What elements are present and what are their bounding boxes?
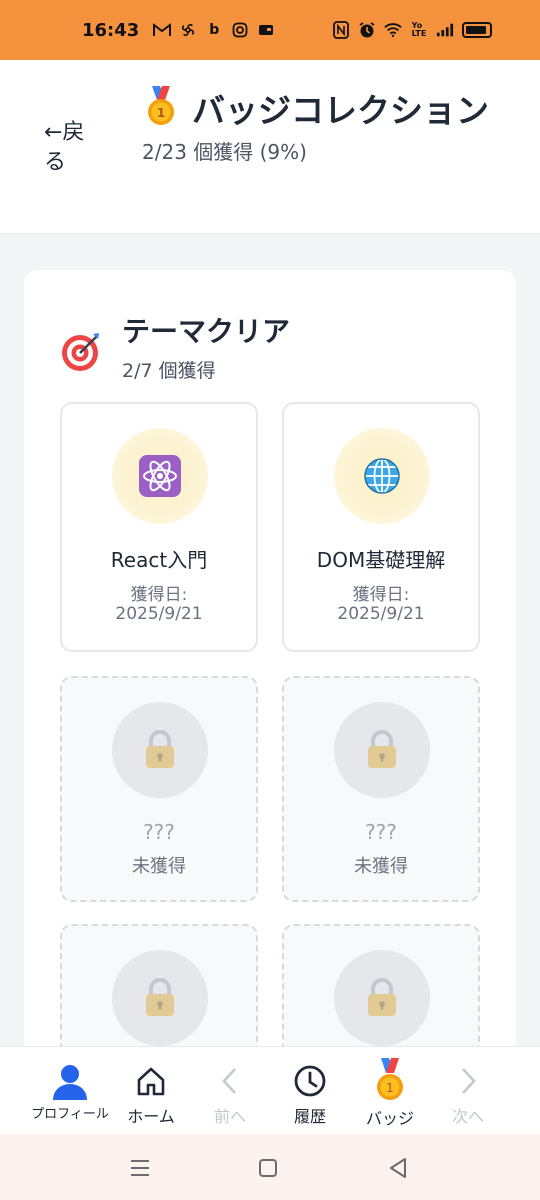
nav-history[interactable]: 履歴 bbox=[270, 1061, 350, 1127]
badge-status: 未獲得 bbox=[132, 856, 186, 877]
back-system-button[interactable] bbox=[384, 1154, 412, 1182]
badge-name: DOM基礎理解 bbox=[316, 548, 446, 572]
nav-prev[interactable]: 前へ bbox=[190, 1061, 270, 1127]
badge-date: 2025/9/21 bbox=[337, 604, 425, 624]
title-block: 1 バッジコレクション 2/23 個獲得 (9%) bbox=[142, 86, 512, 165]
category-progress: 2/7 個獲得 bbox=[122, 360, 216, 382]
lock-icon bbox=[146, 978, 174, 1016]
card-icon bbox=[257, 21, 275, 39]
badge-date: 2025/9/21 bbox=[115, 604, 203, 624]
progress-summary: 2/23 個獲得 (9%) bbox=[142, 140, 307, 164]
lock-icon bbox=[146, 730, 174, 768]
badge-card[interactable]: DOM基礎理解 獲得日: 2025/9/21 bbox=[282, 402, 480, 652]
chevron-right-icon bbox=[428, 1061, 508, 1101]
notification-icons: b bbox=[153, 21, 275, 39]
gmail-icon bbox=[153, 21, 172, 39]
instagram-icon bbox=[231, 21, 249, 39]
nav-label: バッジ bbox=[365, 1109, 414, 1128]
system-navigation-bar bbox=[0, 1134, 540, 1200]
locked-badge-card[interactable]: ??? 未獲得 bbox=[60, 676, 258, 902]
page-header: ←戻る 1 バッジコレクション 2/23 個獲得 (9%) bbox=[0, 60, 540, 234]
locked-badge-card[interactable]: ??? 未獲得 bbox=[282, 676, 480, 902]
system-status-icons: Yo LTE bbox=[332, 21, 492, 39]
status-time: 16:43 bbox=[82, 19, 140, 41]
triangle-back-icon bbox=[390, 1158, 406, 1178]
b-icon: b bbox=[209, 22, 220, 38]
medal-icon: 1 bbox=[350, 1057, 430, 1103]
badge-icon-circle bbox=[112, 428, 208, 524]
back-button[interactable]: ←戻る bbox=[44, 118, 106, 178]
badge-icon-circle bbox=[334, 950, 430, 1046]
bottom-navigation: プロフィール ホーム 前へ 履歴 1 バッジ 次へ bbox=[0, 1046, 540, 1134]
badge-date-label: 獲得日: bbox=[352, 585, 410, 605]
lock-icon bbox=[368, 730, 396, 768]
profile-icon bbox=[30, 1061, 110, 1101]
alarm-icon bbox=[358, 21, 376, 39]
nav-profile[interactable]: プロフィール bbox=[30, 1061, 110, 1122]
nav-label: ホーム bbox=[127, 1107, 175, 1126]
badge-name: ??? bbox=[143, 820, 175, 844]
badge-name: ??? bbox=[365, 820, 397, 844]
badge-icon-circle bbox=[112, 950, 208, 1046]
nav-label: プロフィール bbox=[31, 1107, 109, 1122]
svg-text:1: 1 bbox=[386, 1081, 394, 1095]
volte-icon: Yo LTE bbox=[411, 21, 427, 38]
atom-icon bbox=[139, 455, 181, 497]
pinwheel-icon bbox=[179, 21, 197, 39]
nav-label: 前へ bbox=[213, 1107, 246, 1126]
badge-status: 未獲得 bbox=[354, 856, 408, 877]
battery-icon bbox=[462, 22, 492, 38]
nfc-icon bbox=[332, 21, 350, 39]
medal-icon: 1 bbox=[142, 86, 180, 126]
nav-badges[interactable]: 1 バッジ bbox=[350, 1058, 430, 1129]
svg-text:1: 1 bbox=[157, 106, 165, 120]
nav-next[interactable]: 次へ bbox=[428, 1061, 508, 1127]
badge-card[interactable]: React入門 獲得日: 2025/9/21 bbox=[60, 402, 258, 652]
home-icon bbox=[111, 1061, 191, 1101]
badge-date-label: 獲得日: bbox=[130, 585, 188, 605]
nav-home[interactable]: ホーム bbox=[111, 1061, 191, 1127]
clock-icon bbox=[270, 1061, 350, 1101]
nav-label: 次へ bbox=[451, 1107, 484, 1126]
nav-label: 履歴 bbox=[293, 1107, 326, 1126]
menu-icon bbox=[131, 1160, 149, 1176]
lock-icon bbox=[368, 978, 396, 1016]
badge-category-card: テーマクリア 2/7 個獲得 React入門 獲得日: 2025/9/21 DO… bbox=[24, 270, 516, 1070]
page-title-text: バッジコレクション bbox=[192, 91, 489, 130]
recent-apps-button[interactable] bbox=[126, 1154, 154, 1182]
category-title: テーマクリア bbox=[122, 315, 291, 348]
category-header: テーマクリア 2/7 個獲得 bbox=[60, 310, 290, 383]
chevron-left-icon bbox=[190, 1061, 270, 1101]
wifi-icon bbox=[384, 21, 402, 39]
status-bar: 16:43 b Yo LTE bbox=[0, 0, 540, 60]
home-system-button[interactable] bbox=[254, 1154, 282, 1182]
badge-icon-circle bbox=[112, 702, 208, 798]
badge-icon-circle bbox=[334, 428, 430, 524]
square-icon bbox=[259, 1159, 277, 1177]
category-text: テーマクリア 2/7 個獲得 bbox=[122, 310, 290, 383]
signal-icon bbox=[436, 21, 454, 39]
badge-name: React入門 bbox=[110, 548, 208, 572]
page-title: 1 バッジコレクション bbox=[142, 86, 512, 136]
target-icon bbox=[60, 331, 102, 373]
badge-icon-circle bbox=[334, 702, 430, 798]
globe-icon bbox=[364, 458, 400, 494]
